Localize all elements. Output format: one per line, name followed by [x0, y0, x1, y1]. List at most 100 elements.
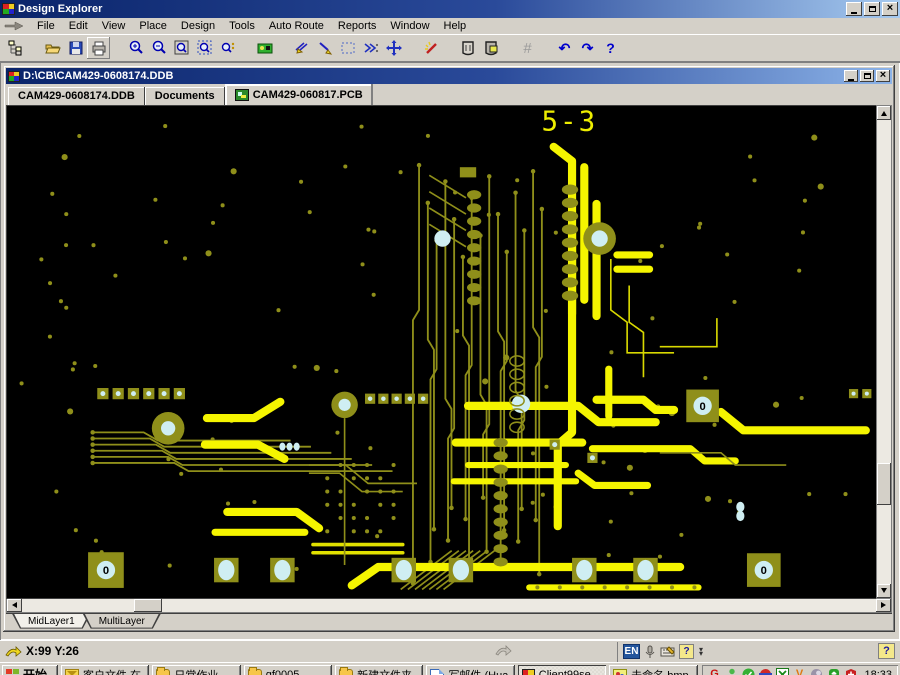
start-button[interactable]: 开始 [2, 665, 58, 675]
tray-red-shield-icon[interactable] [844, 668, 858, 675]
taskbar-item-daily-work[interactable]: 日常作业 [152, 665, 240, 675]
taskbar-item-gf0005[interactable]: gf0005 [244, 665, 332, 675]
tray-check-icon[interactable] [742, 668, 756, 675]
menu-help[interactable]: Help [437, 19, 474, 33]
explorer-panel-toggle-button[interactable] [4, 37, 27, 59]
zoom-window-icon [174, 40, 190, 56]
zoom-in-button[interactable] [124, 37, 147, 59]
minimize-icon [851, 12, 857, 14]
vertical-scroll-thumb[interactable] [877, 463, 891, 505]
doc-close-button[interactable]: × [876, 70, 890, 82]
zoom-out-button[interactable] [147, 37, 170, 59]
system-tray: G V 18:33 [702, 665, 899, 675]
tab-documents[interactable]: Documents [145, 87, 225, 105]
explorer-panel-toggle-icon [8, 40, 24, 56]
menu-tools[interactable]: Tools [222, 19, 262, 33]
pcb-document-icon [235, 89, 249, 101]
compose-mail-icon [430, 669, 444, 675]
status-arrow-gray-icon [494, 643, 512, 657]
taskbar-item-new-folder[interactable]: 新建文件夹 [335, 665, 423, 675]
taskbar: 开始 客户文件 在... 日常作业 gf0005 新建文件夹 写邮件 (Hua.… [0, 662, 900, 675]
undo-button[interactable]: ↶ [553, 37, 576, 59]
zero-pad-label-3: 0 [761, 565, 767, 577]
tray-planet-icon[interactable] [759, 668, 773, 675]
select-area-button[interactable] [336, 37, 359, 59]
toggle-grid-button[interactable]: # [516, 37, 539, 59]
language-help-icon[interactable]: ? [679, 644, 694, 659]
keyboard-settings-icon[interactable] [660, 644, 676, 659]
move-object-button[interactable] [382, 37, 405, 59]
library-component-button[interactable] [456, 37, 479, 59]
print-icon [91, 40, 107, 56]
zoom-window-button[interactable] [170, 37, 193, 59]
protel-logo-icon [522, 669, 535, 675]
print-button[interactable] [87, 37, 110, 59]
scroll-down-button[interactable] [877, 584, 891, 598]
horizontal-scroll-track[interactable] [22, 599, 876, 612]
zero-pad-label-1: 0 [103, 565, 109, 577]
tray-swirl-icon[interactable] [810, 668, 824, 675]
open-folder-icon [45, 40, 61, 56]
language-options-icon[interactable]: ▾▾ [697, 648, 705, 656]
board-wizard-button[interactable] [253, 37, 276, 59]
taskbar-item-client99se[interactable]: Client99se [518, 665, 606, 675]
folder-icon [156, 669, 170, 675]
help-icon: ? [606, 41, 615, 55]
layer-tab-midlayer1[interactable]: MidLayer1 [12, 614, 91, 629]
menu-place[interactable]: Place [132, 19, 174, 33]
redo-button[interactable]: ↷ [576, 37, 599, 59]
menu-view[interactable]: View [95, 19, 133, 33]
doc-maximize-button[interactable] [860, 70, 874, 82]
taskbar-item-mail-files[interactable]: 客户文件 在... [61, 665, 149, 675]
tab-ddb[interactable]: CAM429-0608174.DDB [8, 87, 145, 105]
cross-select-button[interactable] [359, 37, 382, 59]
tray-orange-v-icon[interactable]: V [793, 668, 807, 675]
open-document-button[interactable] [41, 37, 64, 59]
scroll-right-button[interactable] [876, 599, 891, 612]
draw-tool-button[interactable] [313, 37, 336, 59]
language-indicator[interactable]: EN [623, 644, 640, 659]
restore-button[interactable] [864, 2, 880, 16]
vertical-scrollbar[interactable] [876, 105, 892, 599]
zoom-point-button[interactable] [216, 37, 239, 59]
scroll-right-icon [881, 602, 886, 608]
scroll-left-button[interactable] [7, 599, 22, 612]
tray-user-icon[interactable] [725, 668, 739, 675]
horizontal-scrollbar[interactable] [6, 599, 892, 613]
close-button[interactable]: × [882, 2, 898, 16]
scroll-up-button[interactable] [877, 106, 891, 120]
tray-green-shield-icon[interactable] [827, 668, 841, 675]
help-button[interactable]: ? [599, 37, 622, 59]
menu-file[interactable]: File [30, 19, 62, 33]
tab-pcb[interactable]: CAM429-060817.PCB [225, 84, 373, 105]
menu-design[interactable]: Design [174, 19, 222, 33]
document-window: D:\CB\CAM429-0608174.DDB × CAM429-060817… [3, 65, 895, 632]
pcb-canvas[interactable]: 0 0 0 5-3 [6, 105, 876, 599]
library-extract-button[interactable] [479, 37, 502, 59]
minimize-button[interactable] [846, 2, 862, 16]
app-icon [2, 3, 15, 15]
vertical-scroll-track[interactable] [877, 120, 891, 584]
menu-edit[interactable]: Edit [62, 19, 95, 33]
cutter-tool-button[interactable] [290, 37, 313, 59]
document-tabs: CAM429-0608174.DDB Documents CAM429-0608… [6, 84, 892, 105]
language-bar: EN ? ▾▾ [617, 642, 705, 662]
taskbar-item-untitled-bmp[interactable]: 未命名.bmp ... [609, 665, 697, 675]
statusbar-help-button[interactable]: ? [878, 643, 895, 659]
tray-red-g-icon[interactable]: G [708, 668, 722, 675]
save-document-button[interactable] [64, 37, 87, 59]
menu-auto-route[interactable]: Auto Route [262, 19, 331, 33]
wand-tool-button[interactable] [419, 37, 442, 59]
redo-icon: ↷ [582, 41, 594, 55]
doc-minimize-button[interactable] [844, 70, 858, 82]
taskbar-item-compose-mail[interactable]: 写邮件 (Hua... [426, 665, 514, 675]
zoom-area-button[interactable] [193, 37, 216, 59]
scroll-down-icon [881, 588, 887, 593]
microphone-icon[interactable] [643, 644, 657, 659]
layer-tab-multilayer[interactable]: MultiLayer [83, 614, 161, 629]
horizontal-scroll-thumb[interactable] [134, 599, 162, 612]
tray-green-x-icon[interactable] [776, 668, 790, 675]
close-icon: × [887, 3, 893, 14]
menu-reports[interactable]: Reports [331, 19, 384, 33]
menu-window[interactable]: Window [383, 19, 436, 33]
